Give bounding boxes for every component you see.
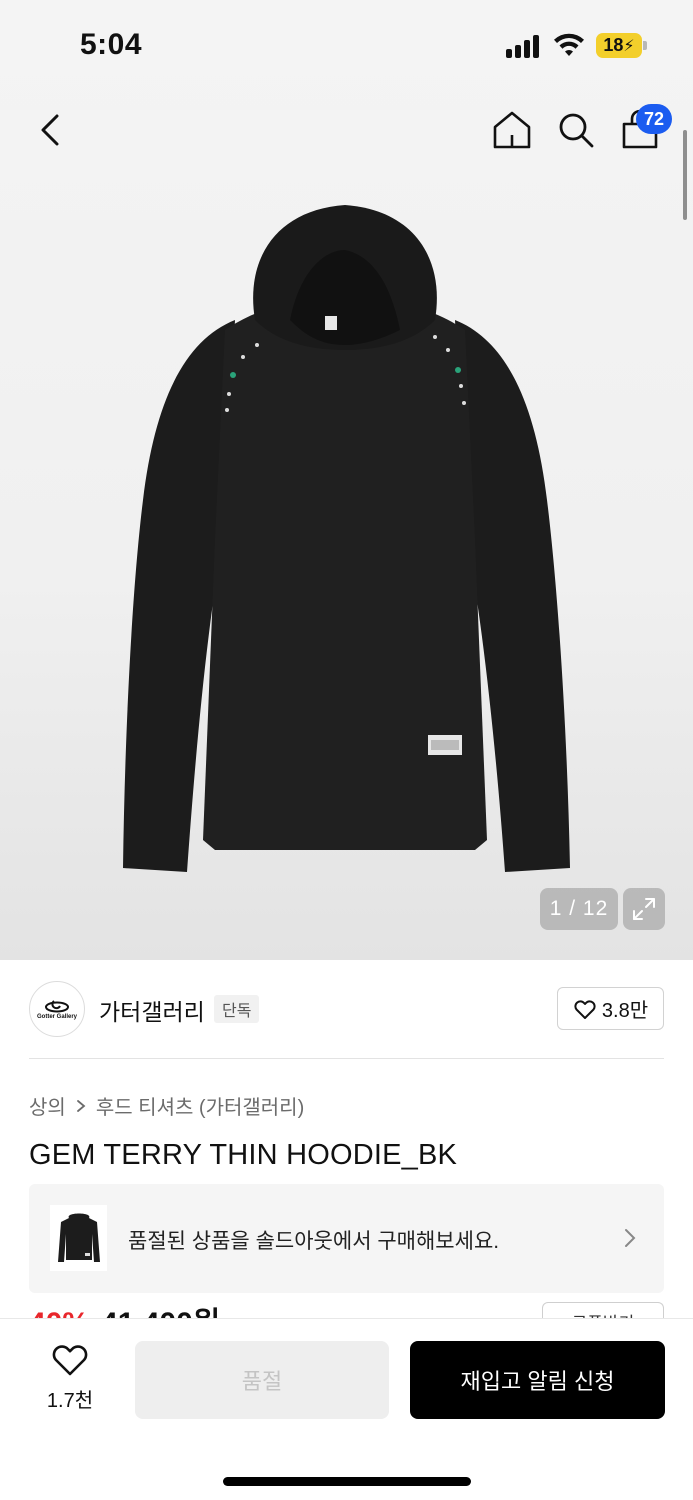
brand-mark-icon xyxy=(45,999,69,1012)
chevron-right-icon xyxy=(76,1099,86,1112)
breadcrumb-category[interactable]: 상의 xyxy=(29,1091,66,1120)
price-row: 40%41,400원 xyxy=(29,1298,220,1320)
home-indicator[interactable] xyxy=(223,1477,471,1486)
back-icon[interactable] xyxy=(30,108,70,152)
brand-logo[interactable]: Gotter Gallery xyxy=(29,981,85,1037)
expand-icon[interactable] xyxy=(623,888,665,930)
wish-button[interactable]: 1.7천 xyxy=(30,1343,110,1413)
brand-like-count: 3.8만 xyxy=(601,1000,649,1022)
scrollbar[interactable] xyxy=(683,130,687,220)
image-counter: 1 / 12 xyxy=(540,888,618,930)
status-bar: 5:04 18 ⚡ xyxy=(0,0,693,92)
status-time: 5:04 xyxy=(80,28,143,61)
wifi-icon xyxy=(554,33,584,56)
banner-thumbnail xyxy=(50,1205,107,1271)
restock-alert-button[interactable]: 재입고 알림 신청 xyxy=(410,1341,665,1419)
battery-level: 18 xyxy=(603,35,624,55)
divider xyxy=(29,1058,664,1059)
soldout-button: 품절 xyxy=(135,1341,389,1419)
wish-count: 1.7천 xyxy=(46,1390,94,1412)
cellular-signal-icon xyxy=(506,34,544,58)
coupon-button[interactable]: + 쿠폰받기 xyxy=(542,1302,664,1318)
product-image xyxy=(123,205,570,872)
brand-name[interactable]: 가터갤러리 xyxy=(99,993,205,1027)
soldout-banner-message: 품절된 상품을 솔드아웃에서 구매해보세요. xyxy=(128,1230,500,1253)
heart-icon xyxy=(52,1345,88,1376)
cart-count-badge: 72 xyxy=(636,104,672,134)
brand-like-button[interactable]: 3.8만 xyxy=(557,987,664,1030)
product-title: GEM TERRY THIN HOODIE_BK xyxy=(29,1139,458,1171)
chevron-right-icon xyxy=(625,1229,636,1247)
breadcrumb-subcategory[interactable]: 후드 티셔츠 (가터갤러리) xyxy=(96,1091,304,1120)
breadcrumb: 상의 후드 티셔츠 (가터갤러리) xyxy=(29,1091,304,1120)
exclusive-badge: 단독 xyxy=(214,995,260,1023)
search-icon[interactable] xyxy=(555,108,597,152)
heart-icon xyxy=(574,999,596,1019)
soldout-banner[interactable]: 품절된 상품을 솔드아웃에서 구매해보세요. xyxy=(29,1184,664,1293)
battery-icon: 18 ⚡ xyxy=(596,33,648,58)
bottom-action-bar: 1.7천 품절 재입고 알림 신청 xyxy=(0,1318,693,1500)
brand-logo-text: Gotter Gallery xyxy=(36,1013,77,1020)
home-icon[interactable] xyxy=(490,108,534,152)
